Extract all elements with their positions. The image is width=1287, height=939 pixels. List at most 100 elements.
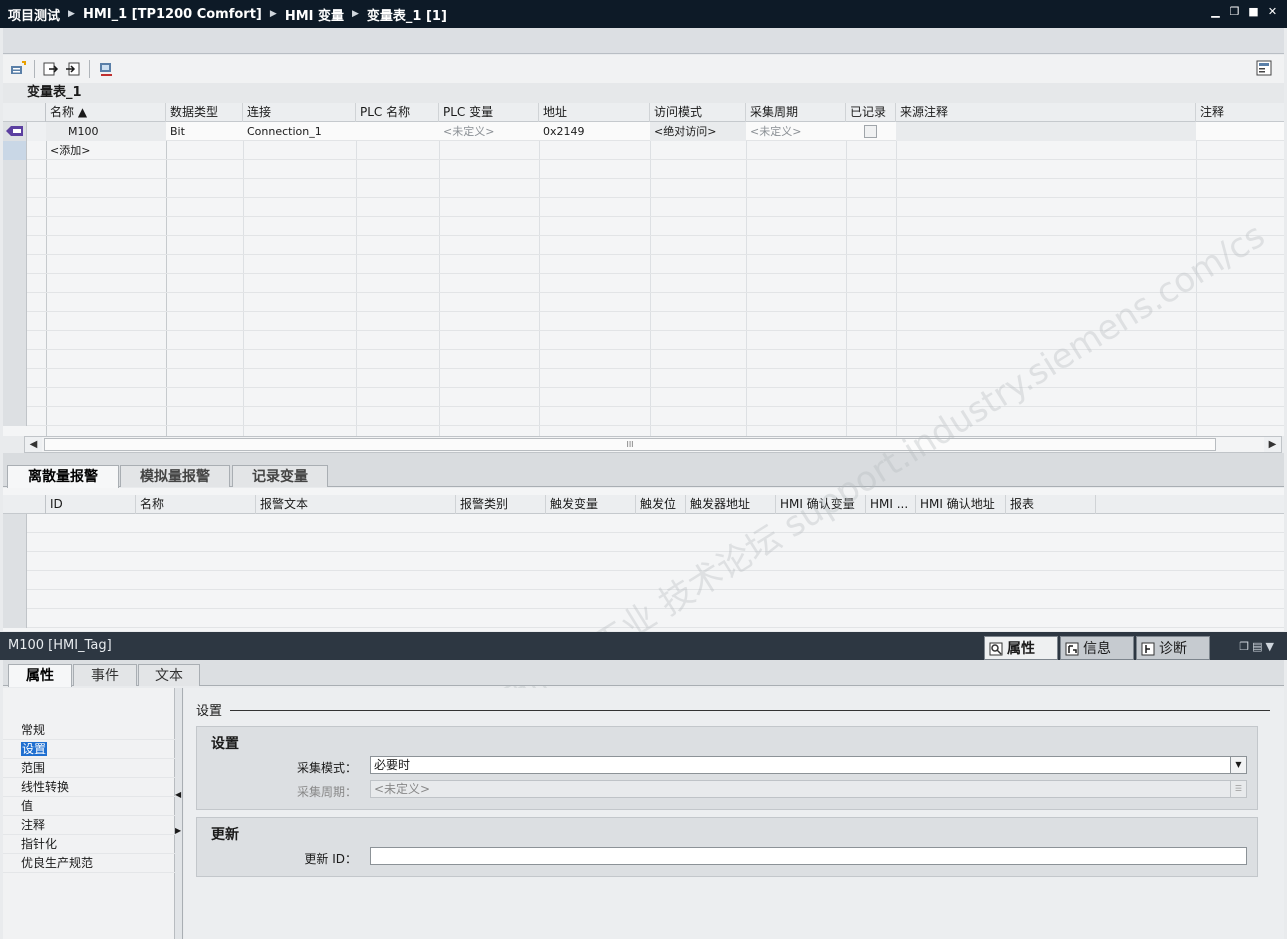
toggle-view-icon[interactable] — [1256, 60, 1272, 79]
empty-row — [3, 407, 1284, 426]
cell-connection[interactable]: Connection_1 — [243, 122, 356, 141]
nav-item-pointer[interactable]: 指针化 — [3, 835, 175, 854]
collapse-left-icon[interactable]: ◀ — [175, 790, 181, 799]
horizontal-scrollbar[interactable]: ◀ III ▶ — [24, 436, 1282, 453]
editor-strip — [3, 28, 1284, 54]
restore-icon[interactable]: ❐ — [1228, 6, 1241, 18]
column-header-hmi-ack-tag[interactable]: HMI 确认变量 — [776, 495, 866, 514]
maximize-icon[interactable]: ■ — [1247, 6, 1260, 18]
nav-item-range[interactable]: 范围 — [3, 759, 175, 778]
nav-item-gmp[interactable]: 优良生产规范 — [3, 854, 175, 873]
close-icon[interactable]: ✕ — [1266, 6, 1279, 18]
column-header-hmi-ack-address[interactable]: HMI 确认地址 — [916, 495, 1006, 514]
tab-logging-tags[interactable]: 记录变量 — [232, 465, 328, 487]
scroll-right-icon[interactable]: ▶ — [1264, 437, 1281, 452]
alarm-table: ID 名称 报警文本 报警类别 触发变量 触发位 触发器地址 HMI 确认变量 … — [3, 488, 1284, 631]
breadcrumb-hmi-tags[interactable]: HMI 变量 — [285, 5, 344, 24]
add-tag-cell[interactable]: <添加> — [46, 141, 166, 160]
cell-access-mode[interactable]: <绝对访问> — [650, 122, 746, 141]
update-id-field[interactable] — [370, 847, 1247, 865]
cell-address[interactable]: 0x2149 — [539, 122, 650, 141]
export-icon[interactable] — [42, 60, 60, 78]
scrollbar-thumb[interactable]: III — [44, 438, 1216, 451]
column-header-plc-name[interactable]: PLC 名称 — [356, 103, 439, 122]
nav-item-settings[interactable]: 设置 — [3, 740, 175, 759]
minimize-icon[interactable]: ▁ — [1209, 6, 1222, 18]
logged-checkbox[interactable] — [864, 125, 877, 138]
table-row[interactable]: M100 Bit Connection_1 <未定义> 0x2149 <绝对访问… — [3, 122, 1284, 141]
column-header-hmi-ack-bit[interactable]: HMI ... — [866, 495, 916, 514]
column-header-logged[interactable]: 已记录 — [846, 103, 896, 122]
row-header — [3, 331, 27, 350]
acq-mode-select[interactable]: 必要时 ▼ — [370, 756, 1247, 774]
column-header-access-mode[interactable]: 访问模式 — [650, 103, 746, 122]
column-header-source-comment[interactable]: 来源注释 — [896, 103, 1196, 122]
empty-row — [3, 533, 1284, 552]
breadcrumb-project[interactable]: 项目测试 — [8, 5, 60, 24]
nav-item-linear-scaling[interactable]: 线性转换 — [3, 778, 175, 797]
scroll-left-icon[interactable]: ◀ — [25, 437, 42, 452]
column-header-trigger-bit[interactable]: 触发位 — [636, 495, 686, 514]
row-header — [3, 236, 27, 255]
chevron-down-icon[interactable]: ▼ — [1230, 757, 1246, 773]
tab-diagnostics[interactable]: 诊断 — [1136, 636, 1210, 660]
column-header-alarm-text[interactable]: 报警文本 — [256, 495, 456, 514]
update-group-title: 更新 — [211, 827, 239, 843]
monitor-icon[interactable] — [97, 60, 115, 78]
add-row[interactable]: <添加> — [3, 141, 1284, 160]
column-header-comment[interactable]: 注释 — [1196, 103, 1284, 122]
nav-item-comment[interactable]: 注释 — [3, 816, 175, 835]
pane-splitter[interactable] — [3, 453, 1284, 461]
row-header[interactable] — [3, 122, 27, 141]
tab-info-label: 信息 — [1083, 641, 1111, 657]
cell-acq-cycle[interactable]: <未定义> — [746, 122, 846, 141]
cell-logged[interactable] — [846, 122, 896, 141]
column-header-report[interactable]: 报表 — [1006, 495, 1096, 514]
header-corner — [3, 495, 46, 514]
cell-source-comment[interactable] — [896, 122, 1196, 141]
expand-right-icon[interactable]: ▶ — [175, 826, 181, 835]
cell-comment[interactable] — [1196, 122, 1284, 141]
inspector-window-controls-icon[interactable]: ❐▤▼ — [1239, 640, 1277, 653]
tag-table: 名称 ▲ 数据类型 连接 PLC 名称 PLC 变量 地址 访问模式 采集周期 … — [3, 103, 1284, 436]
nav-item-general[interactable]: 常规 — [3, 721, 175, 740]
column-header-trigger-tag[interactable]: 触发变量 — [546, 495, 636, 514]
row-header — [3, 552, 27, 571]
column-header-id[interactable]: ID — [46, 495, 136, 514]
column-header-alarm-class[interactable]: 报警类别 — [456, 495, 546, 514]
empty-row — [3, 571, 1284, 590]
acq-mode-label: 采集模式： — [296, 761, 357, 775]
breadcrumb-device[interactable]: HMI_1 [TP1200 Comfort] — [83, 7, 262, 22]
tab-info[interactable]: 信息 — [1060, 636, 1134, 660]
column-header-address[interactable]: 地址 — [539, 103, 650, 122]
column-header-connection[interactable]: 连接 — [243, 103, 356, 122]
cell-plc-name[interactable] — [356, 122, 439, 141]
tab-events[interactable]: 事件 — [73, 664, 137, 686]
tab-properties[interactable]: 属性 — [984, 636, 1058, 660]
column-header-datatype[interactable]: 数据类型 — [166, 103, 243, 122]
nav-collapse-bar[interactable]: ◀ ▶ — [175, 688, 183, 939]
nav-item-values[interactable]: 值 — [3, 797, 175, 816]
tab-analog-alarms[interactable]: 模拟量报警 — [120, 465, 230, 487]
column-header-plc-tag[interactable]: PLC 变量 — [439, 103, 539, 122]
empty-row — [3, 198, 1284, 217]
acq-cycle-value: <未定义> — [374, 782, 431, 796]
cell-datatype[interactable]: Bit — [166, 122, 243, 141]
browse-icon: ☰ — [1230, 781, 1246, 797]
row-header — [3, 179, 27, 198]
cell-name[interactable]: M100 — [46, 122, 166, 141]
tab-properties-sub[interactable]: 属性 — [8, 664, 72, 687]
import-icon[interactable] — [64, 60, 82, 78]
tab-texts[interactable]: 文本 — [138, 664, 200, 686]
row-header[interactable] — [3, 141, 27, 160]
tab-discrete-alarms[interactable]: 离散量报警 — [7, 465, 119, 488]
add-tag-icon[interactable] — [9, 60, 27, 78]
column-header-alarm-name[interactable]: 名称 — [136, 495, 256, 514]
empty-row — [3, 388, 1284, 407]
cell-plc-tag[interactable]: <未定义> — [439, 122, 539, 141]
column-header-trigger-address[interactable]: 触发器地址 — [686, 495, 776, 514]
inspector-object-name: M100 [HMI_Tag] — [8, 638, 112, 653]
empty-row — [3, 274, 1284, 293]
column-header-name[interactable]: 名称 ▲ — [46, 103, 166, 122]
column-header-acq-cycle[interactable]: 采集周期 — [746, 103, 846, 122]
